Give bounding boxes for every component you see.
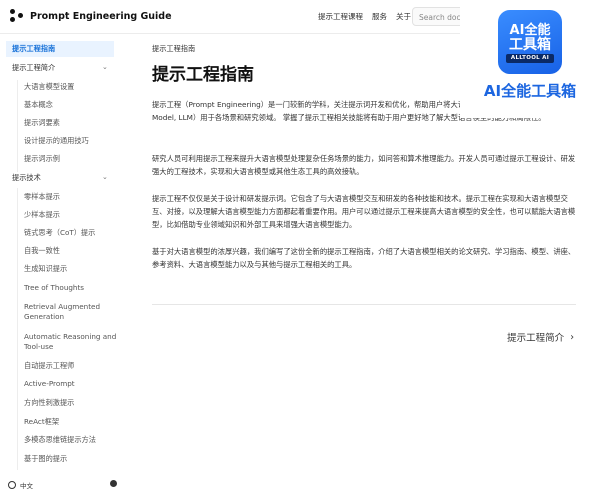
sidebar-section-intro[interactable]: 提示工程简介 <box>12 63 55 73</box>
app-badge: AI全能 工具箱 ALLTOOL AI AI全能工具箱 <box>460 0 600 118</box>
intro-paragraph-3: 提示工程不仅仅是关于设计和研发提示词。它包含了与大语言模型交互和研发的各种技能和… <box>152 194 576 229</box>
sidebar-item-art[interactable]: Automatic Reasoning and Tool-use <box>24 332 116 352</box>
sidebar-item-guide[interactable]: 提示工程指南 <box>6 41 114 57</box>
chevron-down-icon[interactable]: ⌄ <box>102 63 108 71</box>
sidebar-item-examples[interactable]: 提示词示例 <box>24 154 60 164</box>
language-label: 中文 <box>20 482 33 490</box>
sidebar-item-zeroshot[interactable]: 零样本提示 <box>24 192 60 202</box>
brand-title: Prompt Engineering Guide <box>30 10 172 22</box>
sidebar-item-react[interactable]: ReAct框架 <box>24 417 59 427</box>
nav-link-about[interactable]: 关于 <box>396 11 411 22</box>
sidebar-item-llm-settings[interactable]: 大语言模型设置 <box>24 82 74 92</box>
top-nav: 提示工程课程 服务 关于 <box>318 11 411 22</box>
sidebar-item-elements[interactable]: 提示词要素 <box>24 118 60 128</box>
sidebar-item-basics[interactable]: 基本概念 <box>24 100 53 110</box>
theme-toggle-icon[interactable] <box>110 480 117 487</box>
language-switcher[interactable]: 中文 <box>8 480 33 490</box>
sidebar-item-rag[interactable]: Retrieval Augmented Generation <box>24 302 100 322</box>
chevron-right-icon: › <box>570 331 574 343</box>
divider <box>152 304 576 305</box>
chevron-down-icon[interactable]: ⌄ <box>102 173 108 181</box>
sidebar: 提示工程指南 提示工程简介 ⌄ 大语言模型设置 基本概念 提示词要素 设计提示的… <box>0 34 122 500</box>
sidebar-item-tips[interactable]: 设计提示的通用技巧 <box>24 136 89 146</box>
sidebar-item-multimodal-cot[interactable]: 多模态思维链提示方法 <box>24 435 96 445</box>
intro-paragraph-4: 基于对大语言模型的浓厚兴趣，我们编写了这份全新的提示工程指南，介绍了大语言模型相… <box>152 247 576 269</box>
sidebar-item-knowledge[interactable]: 生成知识提示 <box>24 264 67 274</box>
globe-icon <box>8 481 16 489</box>
next-page-link[interactable]: 提示工程简介 › <box>507 330 574 345</box>
sidebar-item-fewshot[interactable]: 少样本提示 <box>24 210 60 220</box>
sidebar-section-techniques[interactable]: 提示技术 <box>12 173 41 183</box>
brand[interactable]: Prompt Engineering Guide <box>10 9 172 23</box>
sidebar-item-active-prompt[interactable]: Active-Prompt <box>24 379 75 389</box>
sidebar-item-ape[interactable]: 自动提示工程师 <box>24 361 74 371</box>
breadcrumb[interactable]: 提示工程指南 <box>152 44 195 54</box>
sidebar-item-graph-prompt[interactable]: 基于图的提示 <box>24 454 67 464</box>
sidebar-guide-line <box>17 80 18 172</box>
next-page-label: 提示工程简介 <box>507 333 565 344</box>
nav-link-course[interactable]: 提示工程课程 <box>318 11 363 22</box>
intro-paragraph-2: 研究人员可利用提示工程来提升大语言模型处理复杂任务场景的能力，如问答和算术推理能… <box>152 154 576 176</box>
sidebar-item-consistency[interactable]: 自我一致性 <box>24 246 60 256</box>
app-logo-icon: AI全能 工具箱 ALLTOOL AI <box>498 10 562 74</box>
page-title: 提示工程指南 <box>152 65 254 85</box>
sidebar-item-dsp[interactable]: 方向性刺激提示 <box>24 398 74 408</box>
sidebar-guide-line <box>17 188 18 470</box>
sidebar-item-cot[interactable]: 链式思考（CoT）提示 <box>24 228 95 238</box>
app-logo-line2: 工具箱 <box>509 37 551 53</box>
brand-logo-icon <box>10 9 24 23</box>
app-badge-label: AI全能工具箱 <box>483 82 577 100</box>
nav-link-services[interactable]: 服务 <box>372 11 387 22</box>
app-logo-line3: ALLTOOL AI <box>510 55 550 61</box>
sidebar-item-tot[interactable]: Tree of Thoughts <box>24 283 84 293</box>
